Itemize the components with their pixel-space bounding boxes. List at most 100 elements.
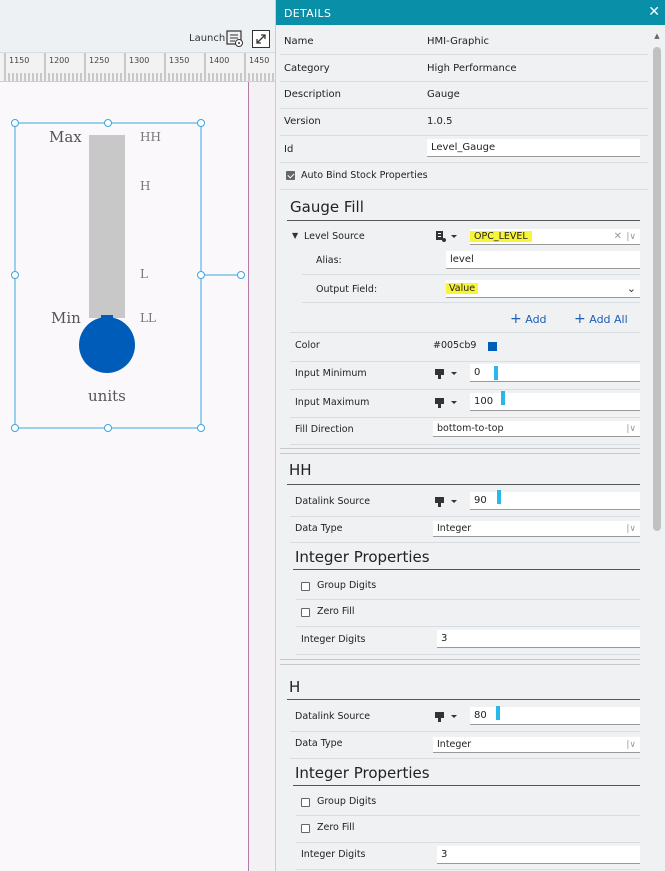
integer-digits-label: Integer Digits [301,849,366,860]
auto-bind-checkbox[interactable] [286,171,295,180]
text-cursor [497,490,501,504]
ruler-label: 1200 [49,56,70,65]
datasource-picker[interactable] [433,493,463,509]
output-field-label: Output Field: [316,284,378,295]
section-separator [280,448,640,454]
zero-fill-label: Zero Fill [317,606,355,617]
input-max-field[interactable]: 100 [470,393,640,411]
property-row: Name HMI-Graphic [280,28,648,55]
property-row: Description Gauge [280,82,648,109]
resize-handle[interactable] [197,424,205,432]
design-canvas[interactable]: Launch 1150 1200 1250 1300 1350 1400 145… [0,0,275,871]
id-input[interactable]: Level_Gauge [427,139,640,157]
fill-direction-label: Fill Direction [295,424,354,435]
auto-bind-label: Auto Bind Stock Properties [301,170,428,181]
text-cursor [496,706,500,720]
data-type-select[interactable]: Integer |∨ [433,737,640,753]
resize-handle[interactable] [11,424,19,432]
ruler-label: 1450 [249,56,270,65]
fill-direction-select[interactable]: bottom-to-top |∨ [433,421,640,437]
integer-digits-input[interactable]: 3 [437,846,640,864]
gauge-h-label: H [140,179,150,193]
property-value: HMI-Graphic [427,36,490,47]
group-digits-checkbox[interactable] [301,582,310,591]
gauge-widget[interactable]: Max Min units HH H L LL [0,110,260,440]
input-max-label: Input Maximum [295,397,370,408]
fill-direction-value: bottom-to-top [437,423,504,434]
expand-icon[interactable] [252,30,270,48]
gauge-min-label: Min [51,309,81,327]
resize-handle[interactable] [11,119,19,127]
integer-digits-row: Integer Digits 3 [296,843,640,870]
level-source-select[interactable]: OPC_LEVEL ✕ |∨ [470,229,640,245]
chevron-down-icon[interactable]: |∨ [626,521,636,537]
datasource-picker[interactable] [433,365,463,381]
datasource-picker[interactable] [433,394,463,410]
auto-bind-row: Auto Bind Stock Properties [280,163,648,190]
datalink-value: 90 [474,495,487,506]
zero-fill-checkbox[interactable] [301,824,310,833]
scrollbar-thumb[interactable] [653,47,661,531]
output-field-value: Value [446,283,479,294]
add-button[interactable]: + Add [510,311,547,327]
resize-handle[interactable] [197,119,205,127]
add-all-label: Add All [589,313,628,326]
details-header: DETAILS ✕ [276,0,665,25]
property-row: Category High Performance [280,55,648,82]
datalink-label: Datalink Source [295,496,371,507]
section-divider [293,785,640,786]
chevron-down-icon[interactable]: ⌄ [627,280,636,298]
add-all-button[interactable]: + Add All [574,311,628,327]
details-title: DETAILS [284,7,332,20]
input-max-value: 100 [474,396,494,407]
data-type-select[interactable]: Integer |∨ [433,521,640,537]
ruler-label: 1350 [169,56,190,65]
launch-settings-icon[interactable] [226,30,244,47]
group-digits-checkbox[interactable] [301,798,310,807]
zero-fill-label: Zero Fill [317,822,355,833]
close-icon[interactable]: ✕ [648,4,660,20]
output-field-row: Output Field: Value ⌄ [302,276,640,303]
output-field-select[interactable]: Value ⌄ [446,280,640,298]
resize-handle[interactable] [104,119,112,127]
datasource-picker[interactable] [433,708,463,724]
plus-icon: + [574,311,586,327]
add-label: Add [525,313,547,326]
resize-handle[interactable] [11,271,19,279]
resize-handle[interactable] [104,424,112,432]
color-row: Color #005cb9 [290,332,640,362]
gauge-l-label: L [140,267,148,281]
zero-fill-checkbox[interactable] [301,608,310,617]
clear-icon[interactable]: ✕ [614,229,622,245]
property-label: Name [284,36,314,47]
scroll-up-icon[interactable]: ▲ [653,32,661,40]
datasource-picker[interactable] [433,228,463,244]
datalink-input[interactable]: 90 [470,492,640,510]
chevron-down-icon[interactable]: |∨ [626,229,636,245]
gauge-max-label: Max [49,128,82,146]
ruler-label: 1400 [209,56,230,65]
details-panel: DETAILS ✕ ▲ Name HMI-Graphic Category Hi… [275,0,665,871]
chevron-down-icon[interactable]: |∨ [626,737,636,753]
rotate-handle[interactable] [237,271,245,279]
section-divider [287,484,640,485]
gauge-hh-label: HH [140,130,161,144]
color-swatch[interactable] [488,342,497,351]
resize-handle[interactable] [197,271,205,279]
caret-down-icon[interactable]: ▼ [292,231,298,240]
h-datalink-row: Datalink Source 80 [290,704,640,732]
launch-label[interactable]: Launch [189,33,225,44]
section-separator [280,659,640,665]
canvas-toolbar: Launch [0,0,275,53]
property-label: Version [284,116,321,127]
data-type-label: Data Type [295,738,343,749]
integer-digits-input[interactable]: 3 [437,630,640,648]
h-title: H [289,678,301,696]
integer-digits-row: Integer Digits 3 [296,627,640,655]
chevron-down-icon[interactable]: |∨ [626,421,636,437]
alias-input[interactable]: level [446,251,640,269]
text-cursor [494,366,498,380]
property-value: High Performance [427,63,517,74]
section-divider [287,220,640,221]
ruler-label: 1150 [9,56,30,65]
